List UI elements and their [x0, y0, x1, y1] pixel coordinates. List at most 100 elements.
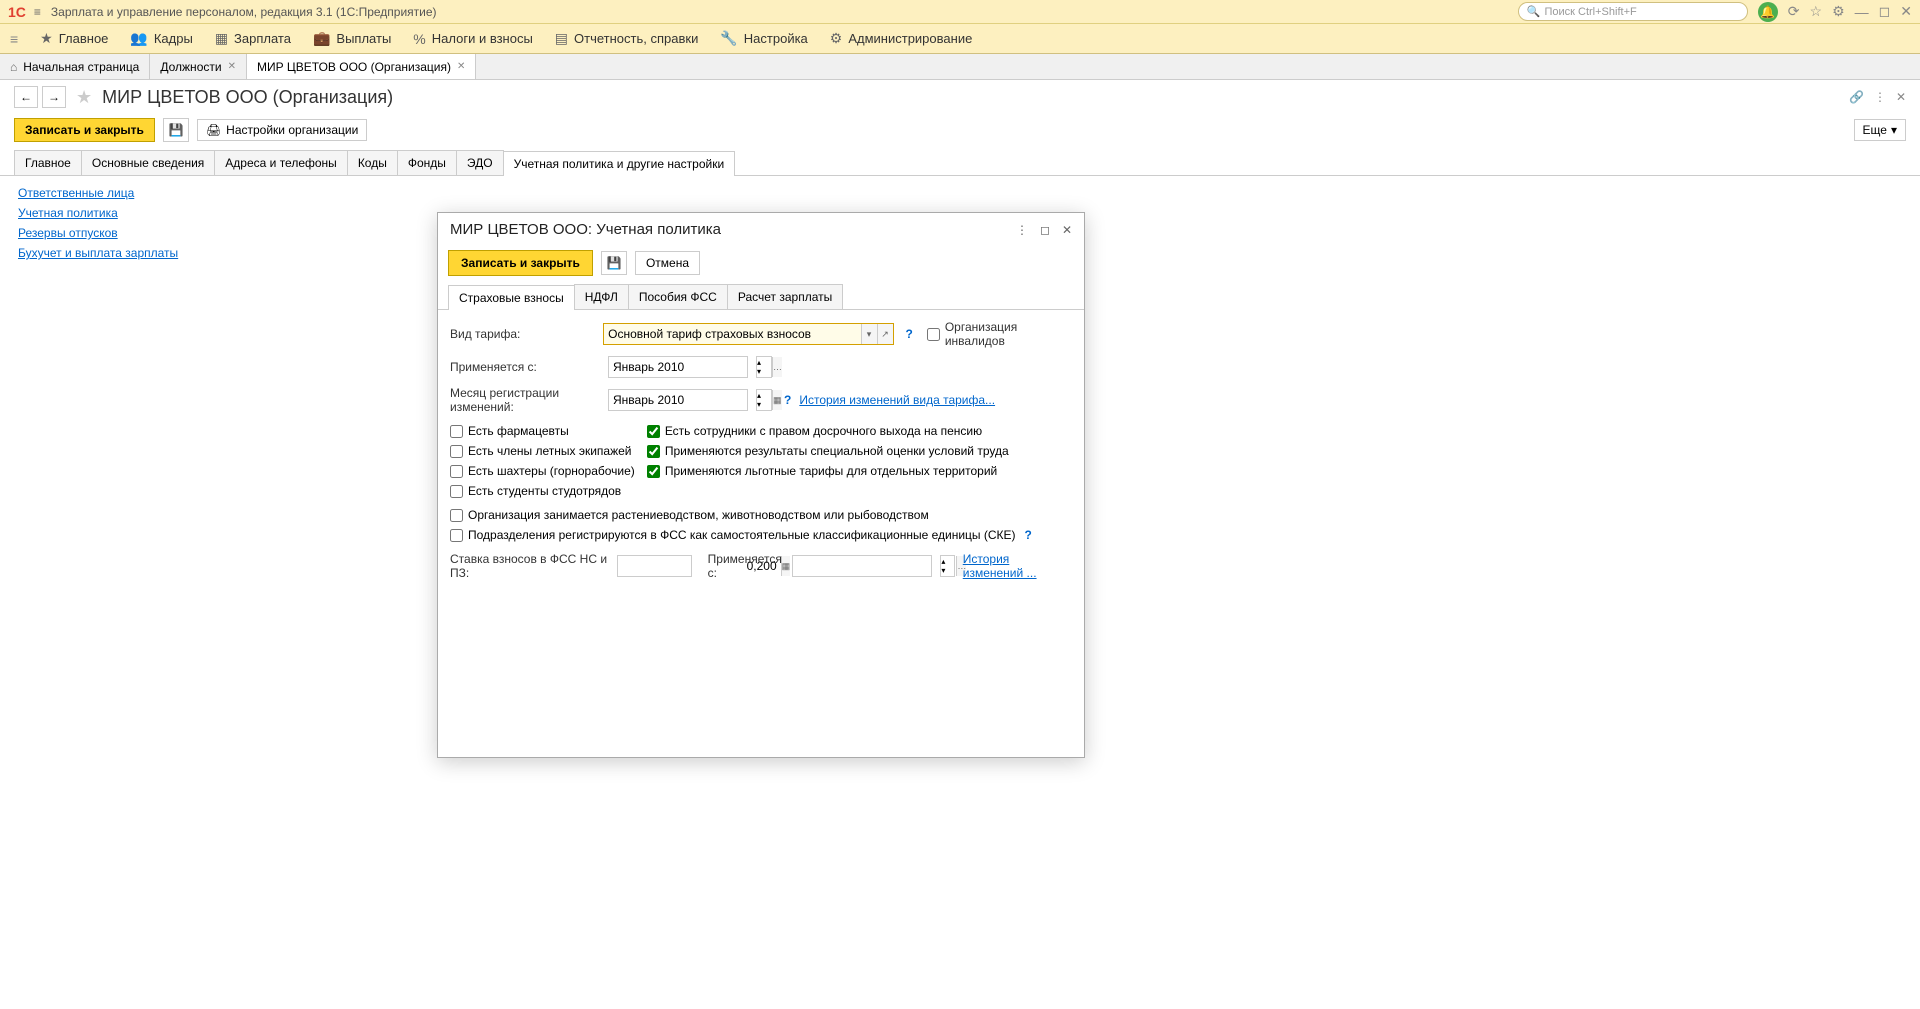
link-icon[interactable]: 🔗 [1849, 90, 1864, 104]
form-tab-osn[interactable]: Основные сведения [81, 150, 215, 175]
modal-save-close-button[interactable]: Записать и закрыть [448, 250, 593, 276]
form-tab-kody[interactable]: Коды [347, 150, 398, 175]
chk-flight[interactable]: Есть члены летных экипажей [450, 444, 635, 458]
nav-back-button[interactable]: ← [14, 86, 38, 108]
down-icon[interactable]: ▾ [757, 400, 761, 409]
policy-modal: МИР ЦВЕТОВ ООО: Учетная политика ⋮ ◻ ✕ З… [437, 212, 1085, 758]
modal-save-button[interactable]: 💾 [601, 251, 627, 275]
calendar-button[interactable]: ▦ [772, 390, 782, 410]
applies-from2-input[interactable]: … [792, 555, 932, 577]
applies-from2-field[interactable] [793, 556, 956, 576]
menu-nastroika[interactable]: 🔧Настройка [720, 30, 807, 47]
menu-nalogi[interactable]: %Налоги и взносы [413, 31, 533, 47]
modal-tab-insurance[interactable]: Страховые взносы [448, 285, 575, 310]
applies-from-field[interactable] [609, 357, 772, 377]
form-tab-policy[interactable]: Учетная политика и другие настройки [503, 151, 736, 176]
close-icon[interactable]: ✕ [228, 61, 236, 72]
form-tab-main[interactable]: Главное [14, 150, 82, 175]
minimize-icon[interactable]: — [1855, 4, 1869, 20]
up-icon[interactable]: ▴ [941, 557, 945, 566]
save-close-button[interactable]: Записать и закрыть [14, 118, 155, 142]
wrench-icon: 🔧 [720, 30, 737, 47]
close-icon[interactable]: ✕ [1896, 90, 1906, 104]
favorite-star-icon[interactable]: ★ [76, 87, 92, 108]
close-icon[interactable]: ✕ [1900, 3, 1912, 20]
settings-icon[interactable]: ⚙ [1832, 3, 1845, 20]
tab-org[interactable]: МИР ЦВЕТОВ ООО (Организация)✕ [247, 54, 476, 79]
chk-fss-units[interactable]: Подразделения регистрируются в ФСС как с… [450, 528, 1072, 542]
chk-pref[interactable]: Применяются льготные тарифы для отдельны… [647, 464, 1009, 478]
maximize-icon[interactable]: ◻ [1040, 223, 1050, 237]
search-input[interactable]: 🔍 Поиск Ctrl+Shift+F [1518, 2, 1748, 21]
more-button[interactable]: Еще▾ [1854, 119, 1906, 141]
help-icon[interactable]: ? [784, 393, 791, 407]
save-button[interactable]: 💾 [163, 118, 189, 142]
menu-vyplaty[interactable]: 💼Выплаты [313, 30, 391, 47]
history-icon[interactable]: ⟳ [1788, 3, 1800, 20]
form-tab-addr[interactable]: Адреса и телефоны [214, 150, 348, 175]
maximize-icon[interactable]: ◻ [1879, 3, 1891, 20]
org-invalid-checkbox[interactable]: Организация инвалидов [927, 320, 1072, 348]
menu-list-icon[interactable]: ≡ [10, 31, 18, 47]
bell-icon[interactable]: 🔔 [1758, 2, 1778, 22]
chk-miners[interactable]: Есть шахтеры (горнорабочие) [450, 464, 635, 478]
reg-month-field[interactable] [609, 390, 772, 410]
print-settings-button[interactable]: 🖨Настройки организации [197, 119, 367, 141]
history-link[interactable]: История изменений вида тарифа... [799, 393, 995, 407]
tariff-input[interactable]: ▾ ↗ [603, 323, 893, 345]
modal-tab-ndfl[interactable]: НДФЛ [574, 284, 629, 309]
down-icon[interactable]: ▾ [757, 367, 761, 376]
kebab-icon[interactable]: ⋮ [1016, 223, 1028, 237]
dropdown-button[interactable]: ▾ [861, 324, 877, 344]
rate-input[interactable]: ▦ [617, 555, 692, 577]
chk-special[interactable]: Применяются результаты специальной оценк… [647, 444, 1009, 458]
chk-pharm[interactable]: Есть фармацевты [450, 424, 635, 438]
chk-students[interactable]: Есть студенты студотрядов [450, 484, 635, 498]
menu-kadry[interactable]: 👥Кадры [130, 30, 192, 47]
modal-tab-fss[interactable]: Пособия ФСС [628, 284, 728, 309]
kebab-icon[interactable]: ⋮ [1874, 90, 1886, 104]
star-icon: ★ [40, 30, 53, 47]
help-icon[interactable]: ? [1025, 528, 1032, 542]
modal-tab-salary[interactable]: Расчет зарплаты [727, 284, 843, 309]
modal-cancel-button[interactable]: Отмена [635, 251, 700, 275]
up-icon[interactable]: ▴ [757, 358, 761, 367]
tab-home[interactable]: ⌂Начальная страница [0, 54, 150, 79]
tab-dolzhnosti[interactable]: Должности✕ [150, 54, 247, 79]
help-icon[interactable]: ? [906, 327, 913, 341]
tariff-field[interactable] [604, 324, 860, 344]
page-header: ← → ★ МИР ЦВЕТОВ ООО (Организация) 🔗 ⋮ ✕ [0, 80, 1920, 114]
star-icon[interactable]: ☆ [1810, 3, 1823, 20]
reg-month-label: Месяц регистрации изменений: [450, 386, 600, 414]
open-button[interactable]: ↗ [877, 324, 893, 344]
up-icon[interactable]: ▴ [757, 391, 761, 400]
rate-label: Ставка взносов в ФСС НС и ПЗ: [450, 552, 609, 580]
wallet-icon: 💼 [313, 30, 330, 47]
menu-zarplata[interactable]: ▦Зарплата [215, 30, 291, 47]
menu-admin[interactable]: ⚙Администрирование [830, 30, 973, 47]
ellipsis-button[interactable]: … [772, 357, 782, 377]
page-title: МИР ЦВЕТОВ ООО (Организация) [102, 87, 393, 108]
menu-otchet[interactable]: ▤Отчетность, справки [555, 30, 699, 47]
link-responsible[interactable]: Ответственные лица [18, 186, 1902, 200]
chk-early[interactable]: Есть сотрудники с правом досрочного выхо… [647, 424, 1009, 438]
chk-agro[interactable]: Организация занимается растениеводством,… [450, 508, 1072, 522]
reg-month-input[interactable]: ▦ [608, 389, 748, 411]
spinner[interactable]: ▴▾ [756, 356, 772, 378]
search-placeholder: Поиск Ctrl+Shift+F [1544, 6, 1636, 18]
down-icon[interactable]: ▾ [941, 566, 945, 575]
spinner[interactable]: ▴▾ [940, 555, 954, 577]
close-icon[interactable]: ✕ [1062, 223, 1072, 237]
hamburger-icon[interactable]: ≡ [34, 5, 41, 19]
form-tab-edo[interactable]: ЭДО [456, 150, 504, 175]
applies-from-input[interactable]: … [608, 356, 748, 378]
close-icon[interactable]: ✕ [457, 61, 465, 72]
history2-link[interactable]: История изменений ... [963, 552, 1072, 580]
form-tab-fondy[interactable]: Фонды [397, 150, 457, 175]
spinner[interactable]: ▴▾ [756, 389, 772, 411]
modal-header: МИР ЦВЕТОВ ООО: Учетная политика ⋮ ◻ ✕ [438, 213, 1084, 246]
app-logo: 1C [8, 4, 26, 20]
menu-main[interactable]: ★Главное [40, 30, 108, 47]
nav-forward-button[interactable]: → [42, 86, 66, 108]
row-reg-month: Месяц регистрации изменений: ▦ ▴▾ ? Исто… [450, 386, 1072, 414]
